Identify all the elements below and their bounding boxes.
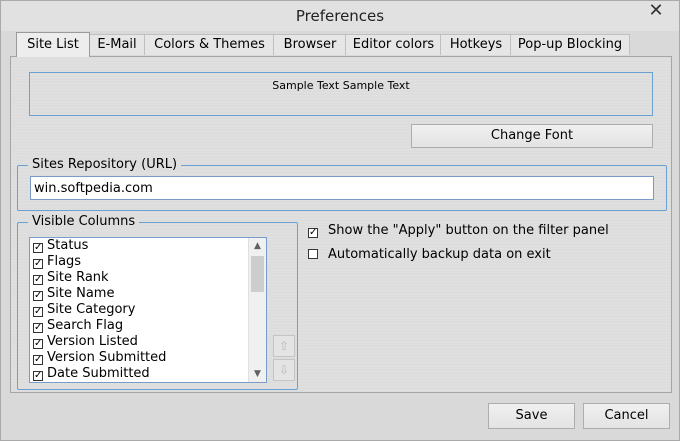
tab-site-list[interactable]: Site List bbox=[16, 32, 90, 57]
visible-columns-legend: Visible Columns bbox=[28, 214, 140, 230]
checkbox[interactable]: ✓ bbox=[33, 307, 43, 317]
visible-columns-group: Visible Columns ✓ Status ✓ Flags ✓ Site Ran… bbox=[17, 214, 298, 390]
column-label: Status bbox=[47, 238, 89, 253]
tab-editor-colors[interactable]: Editor colors bbox=[345, 34, 442, 55]
column-label: Site Rank bbox=[47, 270, 109, 285]
save-button[interactable]: Save bbox=[488, 403, 575, 429]
move-up-icon[interactable]: ⇧ bbox=[273, 335, 295, 357]
tab-colors-themes[interactable]: Colors & Themes bbox=[144, 34, 275, 55]
columns-scrollbar[interactable]: ▲ ▼ bbox=[248, 238, 266, 382]
site-list-panel: Sample Text Sample Text Change Font Site… bbox=[10, 56, 672, 393]
list-item[interactable]: ✓ Site Name bbox=[30, 286, 266, 302]
repository-group: Sites Repository (URL) bbox=[17, 157, 667, 211]
tab-browser[interactable]: Browser bbox=[273, 34, 347, 55]
list-item[interactable]: ✓ Site Category bbox=[30, 302, 266, 318]
checkbox[interactable]: ✓ bbox=[33, 339, 43, 349]
column-label: Search Flag bbox=[47, 318, 124, 333]
checkbox[interactable]: ✓ bbox=[33, 371, 43, 381]
list-item[interactable]: ✓ Search Flag bbox=[30, 318, 266, 334]
title-bar: Preferences ✕ bbox=[1, 1, 679, 31]
show-apply-option[interactable]: ✓ Show the "Apply" button on the filter p… bbox=[308, 223, 609, 238]
scroll-down-icon[interactable]: ▼ bbox=[249, 366, 266, 382]
column-label: Date Submitted bbox=[47, 366, 150, 381]
font-sample-box: Sample Text Sample Text bbox=[29, 72, 653, 116]
list-item[interactable]: ✓ Version Listed bbox=[30, 334, 266, 350]
columns-listbox[interactable]: ✓ Status ✓ Flags ✓ Site Rank ✓ Site Name ✓ Si… bbox=[29, 237, 267, 383]
column-label: Site Category bbox=[47, 302, 136, 317]
cancel-button[interactable]: Cancel bbox=[583, 403, 670, 429]
auto-backup-checkbox[interactable] bbox=[308, 249, 318, 259]
checkbox[interactable]: ✓ bbox=[33, 275, 43, 285]
preferences-window: Preferences ✕ Site List E-Mail Colors & … bbox=[0, 0, 680, 441]
list-item[interactable]: ✓ Date Submitted bbox=[30, 366, 266, 382]
scroll-up-icon[interactable]: ▲ bbox=[249, 238, 266, 254]
repository-legend: Sites Repository (URL) bbox=[28, 157, 182, 173]
show-apply-checkbox[interactable]: ✓ bbox=[308, 228, 318, 238]
move-down-icon[interactable]: ⇩ bbox=[273, 359, 295, 381]
tab-e-mail[interactable]: E-Mail bbox=[88, 34, 146, 55]
list-item[interactable]: ✓ Flags bbox=[30, 254, 266, 270]
window-title: Preferences bbox=[295, 7, 385, 25]
column-label: Version Submitted bbox=[47, 350, 167, 365]
column-label: Flags bbox=[47, 254, 82, 269]
change-font-button[interactable]: Change Font bbox=[411, 124, 653, 148]
font-sample-text: Sample Text Sample Text bbox=[272, 79, 410, 92]
checkbox[interactable]: ✓ bbox=[33, 355, 43, 365]
show-apply-label: Show the "Apply" button on the filter pa… bbox=[328, 223, 609, 238]
list-item[interactable]: ✓ Site Rank bbox=[30, 270, 266, 286]
auto-backup-option[interactable]: Automatically backup data on exit bbox=[308, 247, 551, 262]
scroll-thumb[interactable] bbox=[251, 256, 264, 292]
repository-url-input[interactable] bbox=[30, 176, 654, 200]
list-item[interactable]: ✓ Version Submitted bbox=[30, 350, 266, 366]
close-icon[interactable]: ✕ bbox=[641, 1, 671, 23]
checkbox[interactable]: ✓ bbox=[33, 243, 43, 253]
checkbox[interactable]: ✓ bbox=[33, 323, 43, 333]
tab-hotkeys[interactable]: Hotkeys bbox=[440, 34, 512, 55]
column-label: Version Listed bbox=[47, 334, 138, 349]
list-item[interactable]: ✓ Status bbox=[30, 238, 266, 254]
checkbox[interactable]: ✓ bbox=[33, 291, 43, 301]
tab-pop-up-blocking[interactable]: Pop-up Blocking bbox=[510, 34, 630, 55]
checkbox[interactable]: ✓ bbox=[33, 259, 43, 269]
column-label: Site Name bbox=[47, 286, 115, 301]
auto-backup-label: Automatically backup data on exit bbox=[328, 247, 551, 262]
